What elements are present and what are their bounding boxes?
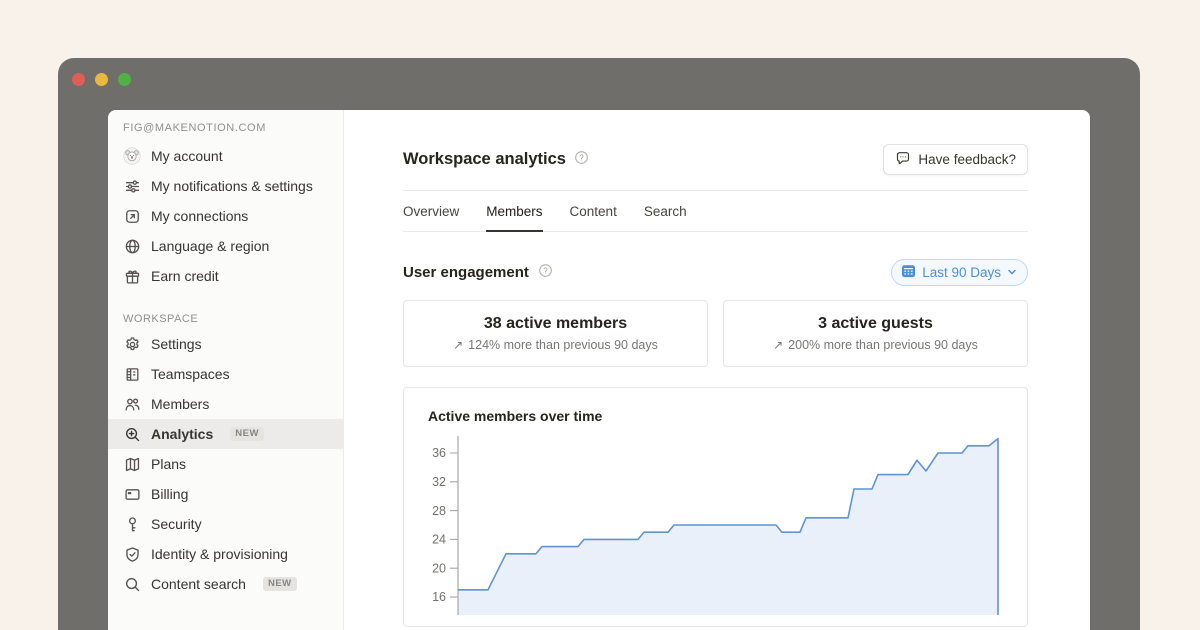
building-icon — [123, 364, 141, 384]
sidebar-item-label: My notifications & settings — [151, 176, 313, 196]
settings-sidebar: FIG@MAKENOTION.COM My account My notific… — [108, 110, 344, 630]
tab-members[interactable]: Members — [486, 204, 542, 232]
trend-up-icon: ↗ — [773, 338, 783, 352]
analytics-tabs: Overview Members Content Search — [403, 204, 1028, 232]
active-guests-stat-card: 3 active guests ↗ 200% more than previou… — [723, 300, 1028, 367]
sidebar-item-notifications-settings[interactable]: My notifications & settings — [108, 171, 343, 201]
chart-title: Active members over time — [428, 408, 1003, 424]
app-window: FIG@MAKENOTION.COM My account My notific… — [58, 58, 1140, 630]
sidebar-item-teamspaces[interactable]: Teamspaces — [108, 359, 343, 389]
sidebar-item-identity-provisioning[interactable]: Identity & provisioning — [108, 539, 343, 569]
help-icon[interactable]: ? — [574, 150, 589, 170]
sidebar-item-label: Security — [151, 514, 202, 534]
key-icon — [123, 514, 141, 534]
sidebar-item-label: Language & region — [151, 236, 269, 256]
calendar-icon — [901, 264, 916, 281]
analytics-main-content: Workspace analytics ? Have feedback? Ove… — [344, 110, 1090, 630]
people-icon — [123, 394, 141, 414]
sidebar-item-analytics[interactable]: Analytics NEW — [108, 419, 343, 449]
magnifier-icon — [123, 574, 141, 594]
sidebar-item-earn-credit[interactable]: Earn credit — [108, 261, 343, 291]
date-range-label: Last 90 Days — [922, 265, 1001, 280]
sliders-icon — [123, 176, 141, 196]
svg-text:20: 20 — [432, 561, 446, 575]
chevron-down-icon — [1007, 265, 1017, 280]
credit-card-icon — [123, 484, 141, 504]
sidebar-item-plans[interactable]: Plans — [108, 449, 343, 479]
page-title: Workspace analytics — [403, 150, 566, 169]
map-icon — [123, 454, 141, 474]
tab-search[interactable]: Search — [644, 204, 687, 232]
zoom-window-button[interactable] — [118, 73, 131, 86]
stat-delta: ↗ 124% more than previous 90 days — [453, 338, 658, 352]
sidebar-item-label: Plans — [151, 454, 186, 474]
sidebar-item-label: Teamspaces — [151, 364, 230, 384]
new-badge: NEW — [230, 427, 264, 441]
gear-icon — [123, 334, 141, 354]
globe-icon — [123, 236, 141, 256]
gift-icon — [123, 266, 141, 286]
feedback-bubble-icon — [895, 150, 911, 169]
sidebar-item-label: Earn credit — [151, 266, 219, 286]
active-members-chart-card: Active members over time 16 20 24 28 32 36 — [403, 387, 1028, 627]
have-feedback-button[interactable]: Have feedback? — [883, 144, 1028, 175]
sidebar-item-my-connections[interactable]: My connections — [108, 201, 343, 231]
date-range-dropdown[interactable]: Last 90 Days — [891, 259, 1028, 286]
arrow-up-right-box-icon — [123, 206, 141, 226]
section-title: User engagement — [403, 264, 529, 281]
tab-content[interactable]: Content — [570, 204, 617, 232]
new-badge: NEW — [263, 577, 297, 591]
trend-up-icon: ↗ — [453, 338, 463, 352]
account-email-header: FIG@MAKENOTION.COM — [108, 122, 343, 134]
stat-value: 3 active guests — [818, 315, 933, 333]
magnifier-plus-icon — [123, 424, 141, 444]
sidebar-item-label: Billing — [151, 484, 188, 504]
header-divider — [403, 190, 1028, 191]
sidebar-item-content-search[interactable]: Content search NEW — [108, 569, 343, 599]
svg-text:24: 24 — [432, 533, 446, 547]
active-members-stat-card: 38 active members ↗ 124% more than previ… — [403, 300, 708, 367]
sidebar-item-security[interactable]: Security — [108, 509, 343, 539]
settings-panel: FIG@MAKENOTION.COM My account My notific… — [108, 110, 1090, 630]
sidebar-item-label: My account — [151, 146, 223, 166]
sidebar-item-label: Identity & provisioning — [151, 544, 288, 564]
svg-text:28: 28 — [432, 504, 446, 518]
workspace-section-label: WORKSPACE — [108, 313, 343, 325]
sidebar-item-label: Content search — [151, 574, 246, 594]
svg-text:?: ? — [543, 266, 548, 275]
svg-text:32: 32 — [432, 475, 446, 489]
sidebar-item-settings[interactable]: Settings — [108, 329, 343, 359]
svg-text:?: ? — [579, 153, 584, 162]
minimize-window-button[interactable] — [95, 73, 108, 86]
sidebar-item-label: Members — [151, 394, 209, 414]
svg-text:16: 16 — [432, 590, 446, 604]
stat-value: 38 active members — [484, 315, 627, 333]
svg-text:36: 36 — [432, 446, 446, 460]
sidebar-item-label: Settings — [151, 334, 202, 354]
sidebar-item-label: Analytics — [151, 424, 213, 444]
sidebar-item-my-account[interactable]: My account — [108, 141, 343, 171]
sidebar-item-language-region[interactable]: Language & region — [108, 231, 343, 261]
members-chart: 16 20 24 28 32 36 — [428, 434, 1003, 615]
help-icon[interactable]: ? — [538, 263, 553, 283]
window-controls — [72, 73, 131, 86]
sidebar-item-members[interactable]: Members — [108, 389, 343, 419]
koala-avatar-icon — [123, 146, 141, 166]
shield-check-icon — [123, 544, 141, 564]
stat-delta: ↗ 200% more than previous 90 days — [773, 338, 978, 352]
sidebar-item-label: My connections — [151, 206, 248, 226]
tab-overview[interactable]: Overview — [403, 204, 459, 232]
feedback-button-label: Have feedback? — [918, 152, 1016, 167]
sidebar-item-billing[interactable]: Billing — [108, 479, 343, 509]
close-window-button[interactable] — [72, 73, 85, 86]
